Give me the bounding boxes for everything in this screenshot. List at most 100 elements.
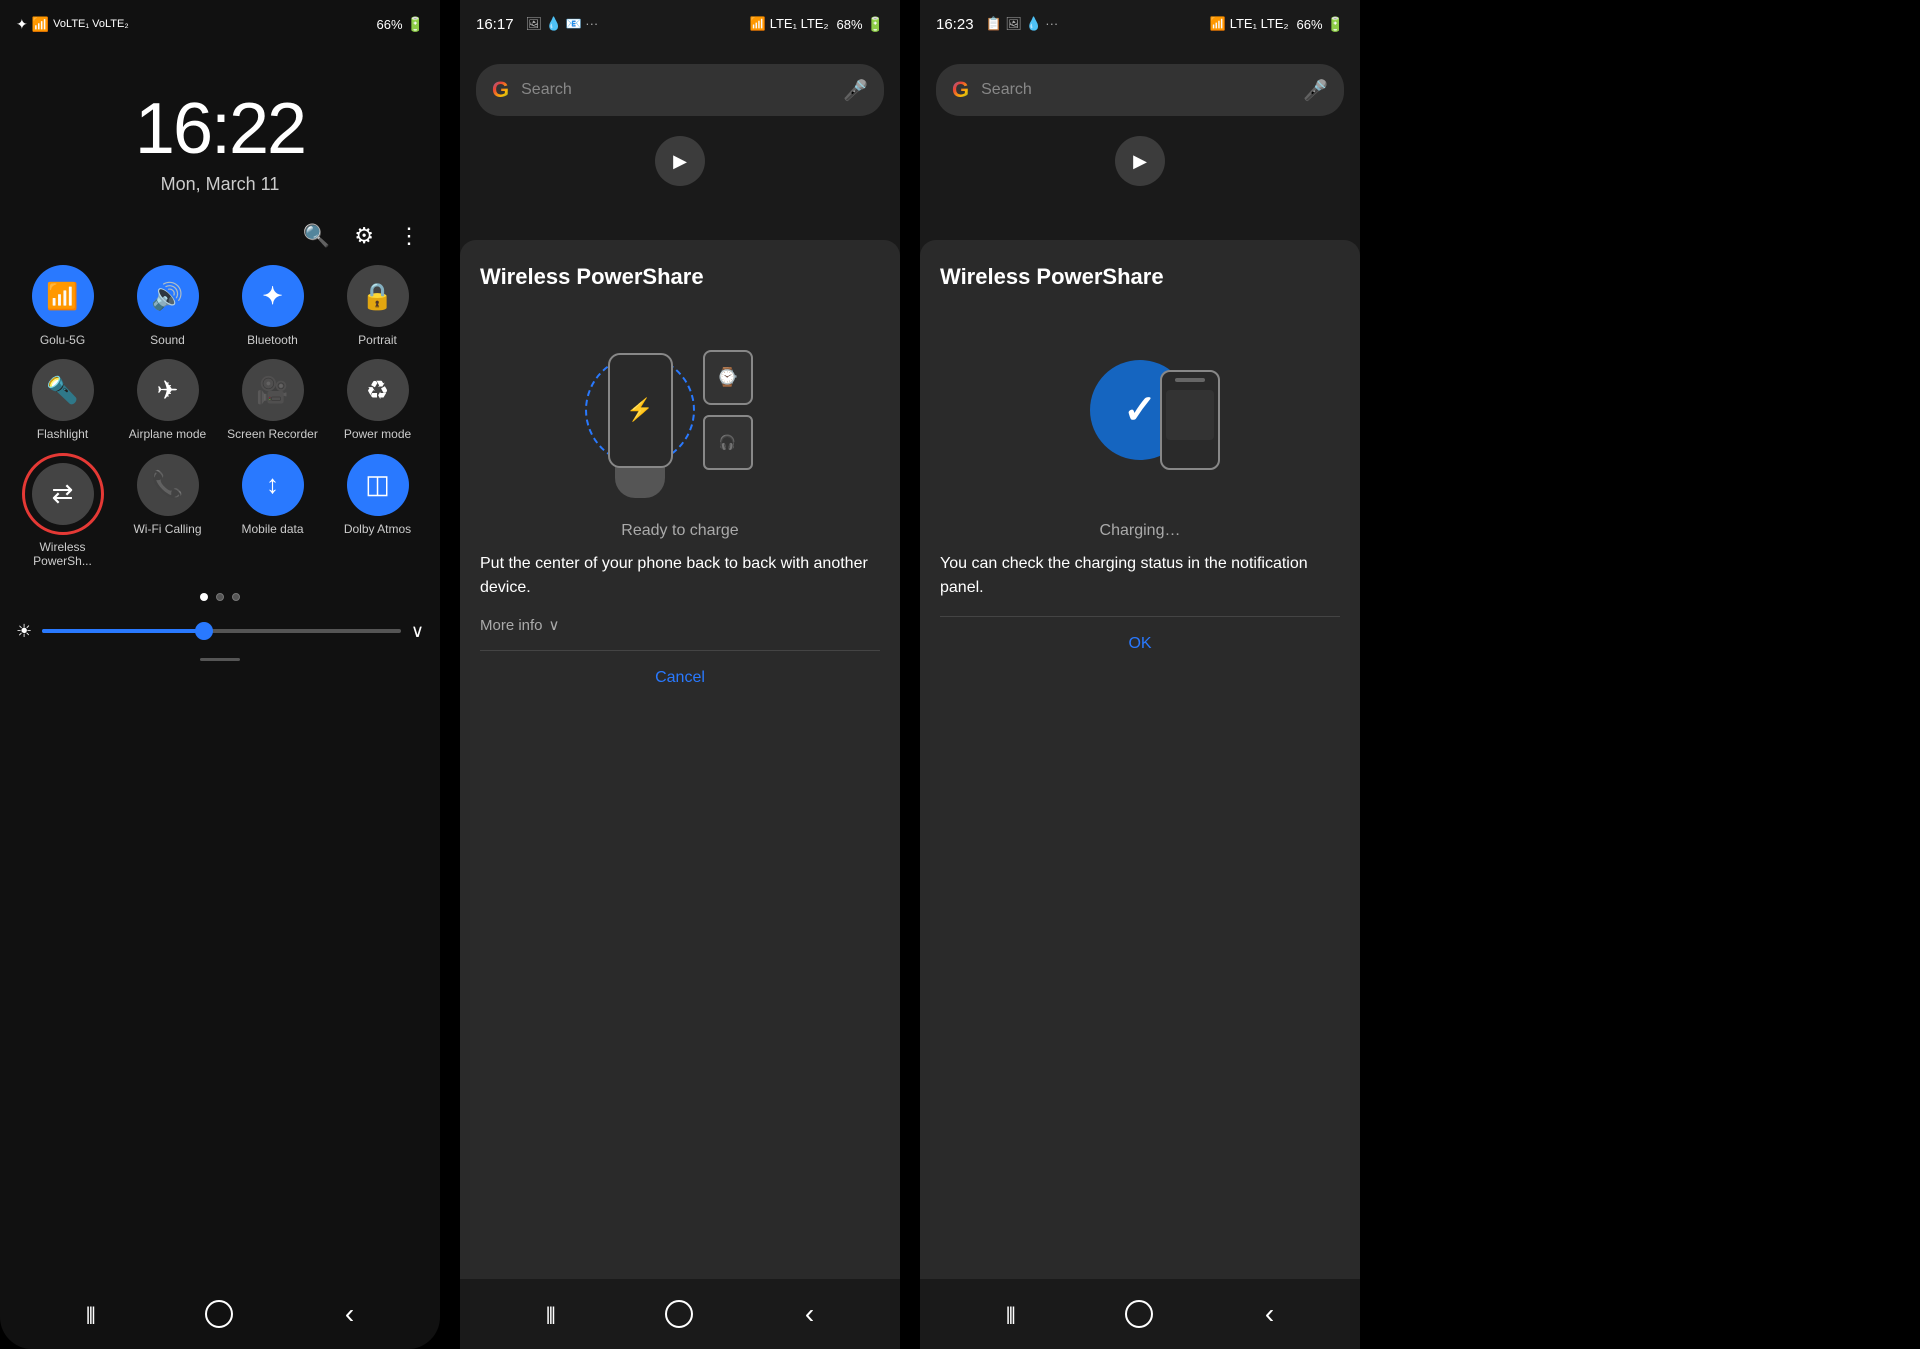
tile-mobile-data[interactable]: ↕ Mobile data (226, 454, 319, 569)
google-logo-3: G (952, 77, 969, 103)
mic-icon-2[interactable]: 🎤 (843, 78, 868, 103)
tile-wificall-label: Wi-Fi Calling (133, 522, 201, 536)
hand-shape (615, 463, 665, 498)
back-button[interactable]: ‹ (345, 1298, 354, 1330)
tile-portrait-label: Portrait (358, 333, 397, 347)
time-2: 16:17 (476, 16, 514, 33)
dialog-ready: Wireless PowerShare ⚡ ⌚ 🎧 (460, 240, 900, 1279)
signal-icons-3: 📶 LTE₁ LTE₂ (1210, 16, 1289, 32)
illustration-content: ⚡ ⌚ 🎧 (608, 350, 753, 470)
brightness-row: ☀ ∨ (0, 617, 440, 646)
phone-speaker (1175, 378, 1205, 382)
google-logo-2: G (492, 77, 509, 103)
settings-icon[interactable]: ⚙ (354, 223, 374, 249)
status-right-2: 📶 LTE₁ LTE₂ 68% 🔋 (750, 16, 884, 33)
ok-button[interactable]: OK (940, 617, 1340, 671)
search-icon[interactable]: 🔍 (303, 223, 330, 249)
qs-grid: 📶 Golu-5G 🔊 Sound ✦ Bluetooth 🔒 Portrait… (0, 257, 440, 577)
earphone-icon: 🎧 (703, 415, 753, 470)
clock-date: Mon, March 11 (0, 174, 440, 195)
brightness-thumb[interactable] (195, 622, 213, 640)
panel-quick-settings: ✦ 📶 VoLTE₁ VoLTE₂ 66% 🔋 16:22 Mon, March… (0, 0, 440, 1349)
phone-left: ⚡ (608, 353, 673, 468)
tile-sound[interactable]: 🔊 Sound (121, 265, 214, 347)
tile-wifi[interactable]: 📶 Golu-5G (16, 265, 109, 347)
home-button-2[interactable] (665, 1300, 693, 1328)
page-dot-1 (200, 593, 208, 601)
battery-icon-3: 🔋 (1327, 16, 1344, 33)
tile-power[interactable]: ♻ Power mode (331, 359, 424, 441)
tile-bluetooth-icon: ✦ (242, 265, 304, 327)
tile-portrait[interactable]: 🔒 Portrait (331, 265, 424, 347)
tile-wps-label: Wireless PowerSh... (16, 540, 109, 569)
recents-button[interactable]: ||| (86, 1304, 94, 1325)
tile-wireless-powershare[interactable]: ⇄ Wireless PowerSh... (16, 454, 109, 569)
page-dot-2 (216, 593, 224, 601)
mic-icon-3[interactable]: 🎤 (1303, 78, 1328, 103)
tile-flashlight[interactable]: 🔦 Flashlight (16, 359, 109, 441)
tile-screenrec-label: Screen Recorder (227, 427, 318, 441)
battery-3: 66% (1297, 17, 1323, 32)
page-dots (0, 577, 440, 617)
tile-power-icon: ♻ (347, 359, 409, 421)
dialog-title-2: Wireless PowerShare (480, 264, 880, 290)
play-area-3: ▶ (920, 116, 1360, 186)
tile-airplane[interactable]: ✈ Airplane mode (121, 359, 214, 441)
back-button-2[interactable]: ‹ (805, 1298, 814, 1330)
sun-icon: ☀ (16, 621, 32, 642)
tile-screenrec-icon: 🎥 (242, 359, 304, 421)
dialog-desc-2: Put the center of your phone back to bac… (480, 552, 880, 600)
watch-icon: ⌚ (703, 350, 753, 405)
tile-dolby[interactable]: ◫ Dolby Atmos (331, 454, 424, 569)
tile-wifi-icon: 📶 (32, 265, 94, 327)
tile-flashlight-label: Flashlight (37, 427, 88, 441)
tile-bluetooth[interactable]: ✦ Bluetooth (226, 265, 319, 347)
checkmark-icon: ✓ (1123, 387, 1157, 433)
notification-icons-3: 📋 🖼 💧 ··· (986, 16, 1059, 32)
hand-phone: ⚡ (608, 353, 673, 468)
qs-toolbar: 🔍 ⚙ ⋮ (0, 215, 440, 257)
brightness-fill (42, 629, 203, 633)
tile-wifi-label: Golu-5G (40, 333, 85, 347)
devices-right: ⌚ 🎧 (703, 350, 753, 470)
play-area-2: ▶ (460, 116, 900, 186)
panel-ready-charge: 16:17 🖼 💧 📧 ··· 📶 LTE₁ LTE₂ 68% 🔋 G Sear… (460, 0, 900, 1349)
play-button-2[interactable]: ▶ (655, 136, 705, 186)
cancel-button[interactable]: Cancel (480, 651, 880, 705)
home-button-3[interactable] (1125, 1300, 1153, 1328)
search-placeholder-3: Search (981, 81, 1291, 99)
signal-icons-2: 📶 LTE₁ LTE₂ (750, 16, 829, 32)
wifi-status-icon: 📶 (32, 16, 49, 33)
brightness-chevron-icon[interactable]: ∨ (411, 621, 424, 642)
back-button-3[interactable]: ‹ (1265, 1298, 1274, 1330)
phone-right-overlay (1160, 370, 1220, 470)
dialog-charging: Wireless PowerShare ✓ Charging… You can … (920, 240, 1360, 1279)
more-info-row[interactable]: More info ∨ (480, 616, 880, 634)
illustration-content-3: ✓ (1090, 360, 1190, 460)
tile-sound-label: Sound (150, 333, 185, 347)
tile-wifi-calling[interactable]: 📞 Wi-Fi Calling (121, 454, 214, 569)
clock-section: 16:22 Mon, March 11 (0, 48, 440, 215)
battery-icon-2: 🔋 (867, 16, 884, 33)
status-right-3: 📶 LTE₁ LTE₂ 66% 🔋 (1210, 16, 1344, 33)
more-options-icon[interactable]: ⋮ (398, 223, 420, 249)
dialog-desc-3: You can check the charging status in the… (940, 552, 1340, 600)
battery-text-1: 66% (377, 17, 403, 32)
tile-bluetooth-label: Bluetooth (247, 333, 298, 347)
brightness-slider[interactable] (42, 629, 401, 633)
tile-dolby-label: Dolby Atmos (344, 522, 411, 536)
network-status-text: VoLTE₁ VoLTE₂ (53, 18, 128, 30)
recents-button-2[interactable]: ||| (546, 1304, 554, 1325)
notification-icons-2: 🖼 💧 📧 ··· (526, 16, 599, 32)
recents-button-3[interactable]: ||| (1006, 1304, 1014, 1325)
tile-screenrec[interactable]: 🎥 Screen Recorder (226, 359, 319, 441)
google-search-bar-3[interactable]: G Search 🎤 (936, 64, 1344, 116)
status-left-2: 16:17 🖼 💧 📧 ··· (476, 16, 598, 33)
home-button[interactable] (205, 1300, 233, 1328)
google-search-bar-2[interactable]: G Search 🎤 (476, 64, 884, 116)
battery-icon-1: 🔋 (407, 16, 424, 33)
dialog-actions-2: Cancel (480, 650, 880, 705)
play-button-3[interactable]: ▶ (1115, 136, 1165, 186)
status-bar-3: 16:23 📋 🖼 💧 ··· 📶 LTE₁ LTE₂ 66% 🔋 (920, 0, 1360, 48)
status-bar-1: ✦ 📶 VoLTE₁ VoLTE₂ 66% 🔋 (0, 0, 440, 48)
